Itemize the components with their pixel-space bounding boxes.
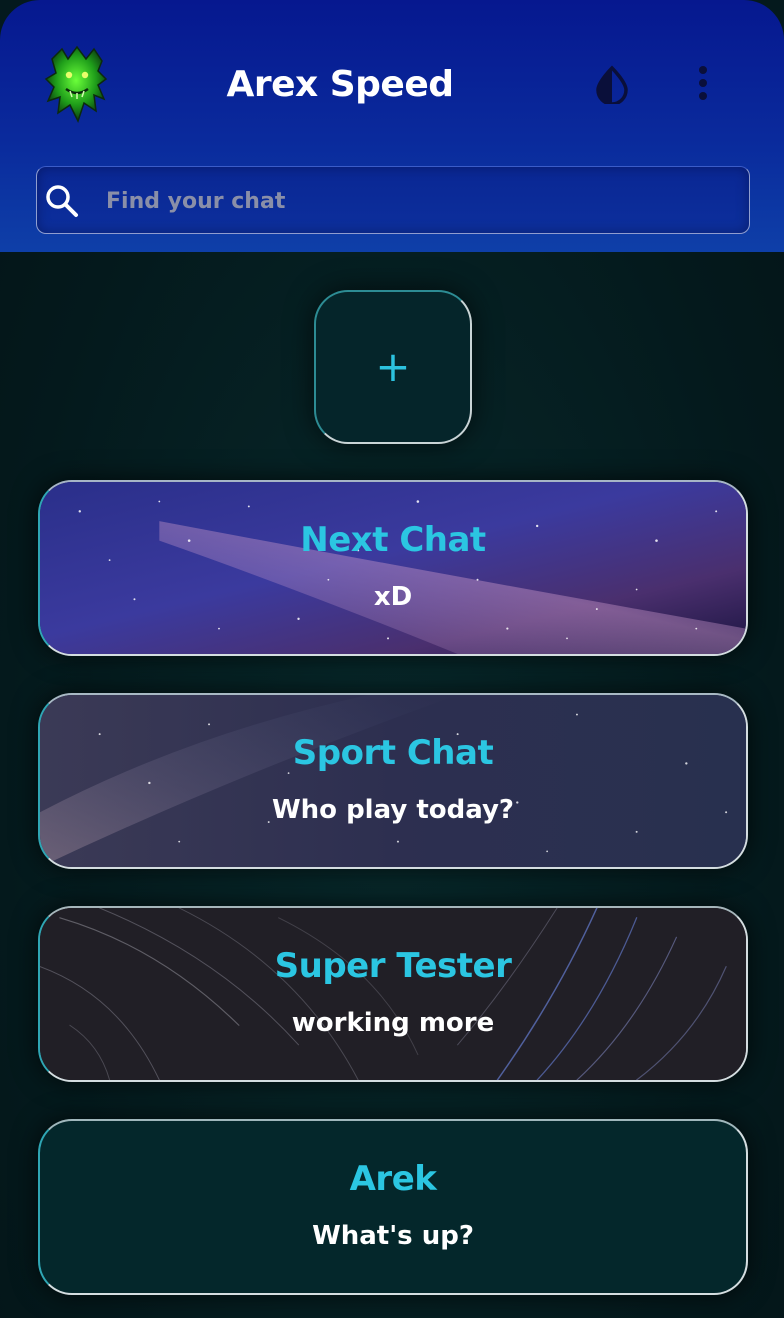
chat-card[interactable]: Sport Chat Who play today? xyxy=(38,693,748,869)
more-vertical-icon[interactable] xyxy=(690,64,716,104)
search-input[interactable] xyxy=(106,178,706,224)
app-title: Arex Speed xyxy=(226,64,454,105)
chat-name: Super Tester xyxy=(274,946,512,986)
search-icon xyxy=(44,183,80,219)
chat-name: Next Chat xyxy=(300,520,486,560)
starry-nebula-background xyxy=(40,695,746,867)
green-demon-logo-icon[interactable] xyxy=(42,45,112,123)
chat-card[interactable]: Super Tester working more xyxy=(38,906,748,1082)
chat-last-message: What's up? xyxy=(312,1221,474,1251)
chat-card[interactable]: Next Chat xD xyxy=(38,480,748,656)
chat-last-message: working more xyxy=(291,1008,495,1038)
chat-last-message: Who play today? xyxy=(271,795,515,825)
app-screen: Arex Speed + xyxy=(0,0,784,1318)
chat-card[interactable]: Arek What's up? xyxy=(38,1119,748,1295)
galaxy-background xyxy=(40,482,746,654)
chat-last-message: xD xyxy=(373,582,413,612)
chat-name: Arek xyxy=(349,1159,437,1199)
plus-icon: + xyxy=(375,342,411,391)
chat-name: Sport Chat xyxy=(292,733,494,773)
app-header: Arex Speed xyxy=(0,0,784,252)
star-trails-background xyxy=(40,908,746,1080)
contrast-drop-icon[interactable] xyxy=(592,64,632,106)
add-chat-button[interactable]: + xyxy=(314,290,472,444)
